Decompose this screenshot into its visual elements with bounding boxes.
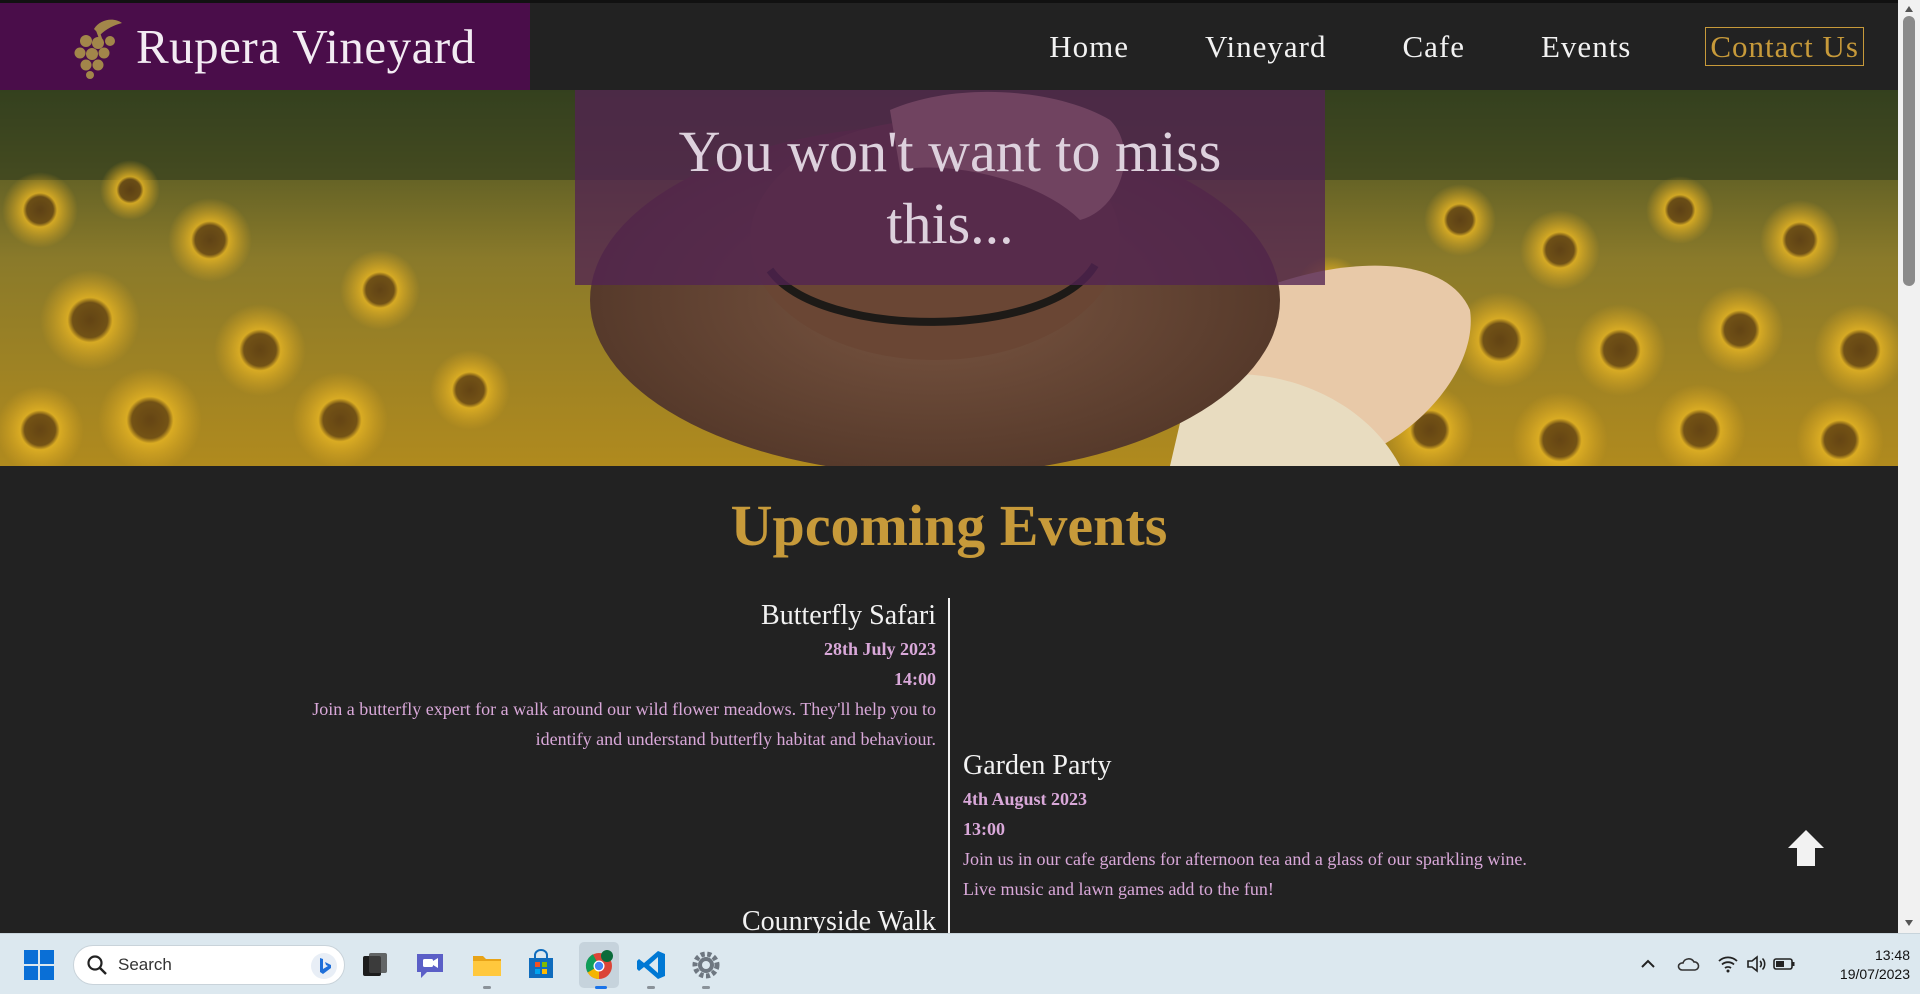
page-scrollbar[interactable] xyxy=(1898,0,1920,933)
windows-taskbar: Search 13:48 19/07/2023 xyxy=(0,933,1920,994)
active-indicator xyxy=(595,986,607,989)
chevron-up-icon[interactable] xyxy=(1636,952,1660,976)
hero-title: You won't want to miss this... xyxy=(678,118,1222,256)
scroll-thumb[interactable] xyxy=(1903,16,1915,286)
scroll-down-arrow-icon[interactable] xyxy=(1904,918,1914,928)
hero-banner: You won't want to miss this... xyxy=(0,90,1898,466)
nav-cafe[interactable]: Cafe xyxy=(1402,29,1465,65)
windows-start-icon[interactable] xyxy=(24,950,54,980)
nav-contact-us-button[interactable]: Contact Us xyxy=(1705,27,1864,66)
event-time: 13:00 xyxy=(963,819,1005,839)
hero-caption-box: You won't want to miss this... xyxy=(575,90,1325,285)
nav-events[interactable]: Events xyxy=(1541,29,1631,65)
browser-viewport: Rupera Vineyard Home Vineyard Cafe Event… xyxy=(0,0,1898,933)
event-date: 4th August 2023 xyxy=(963,789,1088,809)
taskbar-search-box[interactable]: Search xyxy=(73,945,345,985)
wifi-icon[interactable] xyxy=(1716,952,1740,976)
task-view-icon[interactable] xyxy=(358,948,392,982)
event-title: Counryside Walk xyxy=(742,906,936,933)
search-placeholder: Search xyxy=(118,955,172,974)
upcoming-events-heading: Upcoming Events xyxy=(730,493,1168,558)
scroll-up-arrow-icon[interactable] xyxy=(1904,4,1914,14)
file-explorer-icon[interactable] xyxy=(470,948,504,982)
event-card: Garden Party 4th August 2023 13:00 Join … xyxy=(963,748,1563,904)
settings-icon[interactable] xyxy=(689,948,723,982)
nav-home[interactable]: Home xyxy=(1049,29,1129,65)
running-indicator xyxy=(483,986,491,989)
search-icon xyxy=(87,955,107,975)
system-clock[interactable]: 13:48 19/07/2023 xyxy=(1800,946,1910,984)
grapes-logo-icon xyxy=(74,19,122,79)
brand-name: Rupera Vineyard xyxy=(136,19,476,74)
clock-time: 13:48 xyxy=(1874,947,1910,963)
onedrive-icon[interactable] xyxy=(1676,952,1700,976)
brand-logo-link[interactable]: Rupera Vineyard xyxy=(0,3,530,90)
microsoft-store-icon[interactable] xyxy=(524,948,558,982)
event-title: Garden Party xyxy=(963,750,1112,781)
running-indicator xyxy=(702,986,710,989)
battery-icon[interactable] xyxy=(1772,952,1796,976)
event-title: Butterfly Safari xyxy=(761,600,936,631)
event-description: Join us in our cafe gardens for afternoo… xyxy=(963,849,1527,899)
events-timeline-line xyxy=(948,598,950,933)
nav-vineyard[interactable]: Vineyard xyxy=(1205,29,1326,65)
event-date: 28th July 2023 xyxy=(823,639,936,659)
chrome-icon[interactable] xyxy=(579,942,619,988)
speaker-icon[interactable] xyxy=(1744,952,1768,976)
back-to-top-arrow-icon[interactable] xyxy=(1784,826,1828,870)
event-time: 14:00 xyxy=(894,669,936,689)
vscode-icon[interactable] xyxy=(634,948,668,982)
running-indicator xyxy=(647,986,655,989)
bing-icon[interactable] xyxy=(310,952,338,980)
main-nav: Home Vineyard Cafe Events Contact Us xyxy=(530,3,1898,90)
teams-chat-icon[interactable] xyxy=(413,948,447,982)
event-description: Join a butterfly expert for a walk aroun… xyxy=(312,699,936,749)
event-card: Counryside Walk xyxy=(296,904,936,933)
event-card: Butterfly Safari 28th July 2023 14:00 Jo… xyxy=(296,598,936,754)
clock-date: 19/07/2023 xyxy=(1839,966,1910,982)
